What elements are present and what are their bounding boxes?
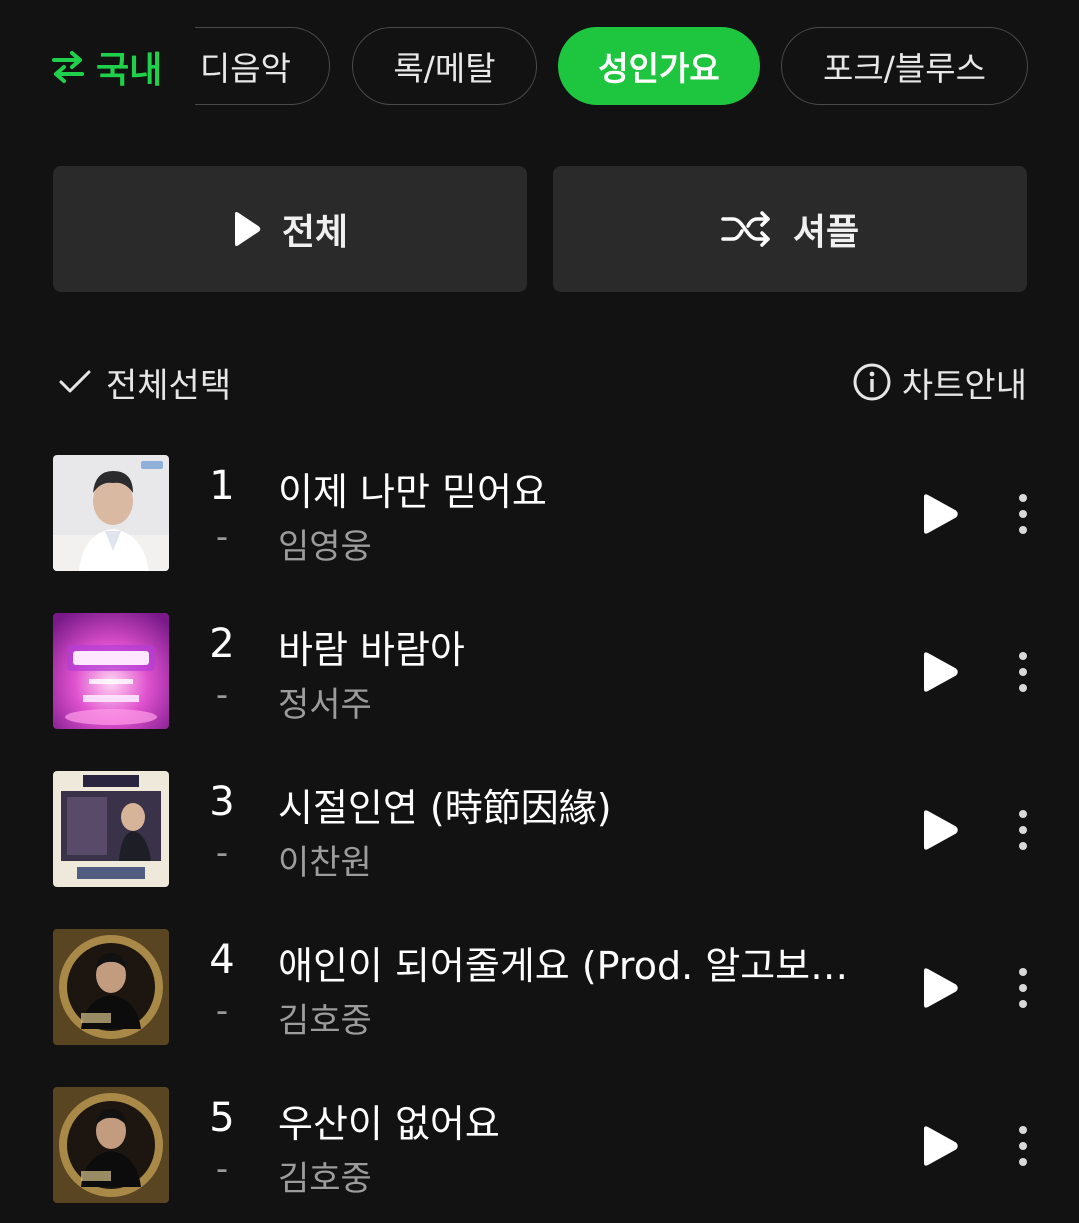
track-row[interactable]: 1 - 이제 나만 믿어요 임영웅 xyxy=(0,455,1079,575)
track-rank: 3 xyxy=(209,779,235,825)
track-row[interactable]: 3 - 시절인연 (時節因緣) 이찬원 xyxy=(0,771,1079,891)
shuffle-button[interactable]: 셔플 xyxy=(553,166,1027,292)
album-cover[interactable] xyxy=(53,613,169,729)
genre-chip-label: 성인가요 xyxy=(598,49,720,88)
track-title[interactable]: 이제 나만 믿어요 xyxy=(278,461,883,516)
track-rank: 4 xyxy=(209,937,235,983)
genre-chip-bar: 디음악 국내 록/메탈 성인가요 포크/블루스 xyxy=(0,0,1079,130)
more-options-icon[interactable] xyxy=(1008,1123,1038,1169)
genre-chip-3[interactable]: 포크/블루스 xyxy=(781,27,1028,105)
track-row[interactable]: 5 - 우산이 없어요 김호중 xyxy=(0,1087,1079,1207)
shuffle-label: 셔플 xyxy=(792,212,860,253)
region-label: 국내 xyxy=(96,50,163,91)
rank-change: - xyxy=(215,675,229,715)
track-title[interactable]: 시절인연 (時節因緣) xyxy=(278,777,883,832)
info-icon xyxy=(853,363,891,401)
rank-change: - xyxy=(215,991,229,1031)
album-cover[interactable] xyxy=(53,929,169,1045)
chart-info-label: 차트안내 xyxy=(901,365,1027,406)
rank-change: - xyxy=(215,517,229,557)
swap-arrows-icon xyxy=(52,51,84,83)
track-row[interactable]: 4 - 애인이 되어줄게요 (Prod. 알고보니, 혼수상태) 김호중 xyxy=(0,929,1079,1049)
more-options-icon[interactable] xyxy=(1008,649,1038,695)
chart-info-button[interactable]: 차트안내 xyxy=(852,358,1027,406)
more-options-icon[interactable] xyxy=(1008,491,1038,537)
shuffle-icon xyxy=(721,211,770,247)
rank-change: - xyxy=(215,1149,229,1189)
track-rank: 2 xyxy=(209,621,235,667)
region-toggle[interactable]: 국내 xyxy=(50,40,162,94)
play-icon[interactable] xyxy=(920,809,960,851)
track-title[interactable]: 우산이 없어요 xyxy=(278,1093,883,1148)
track-row[interactable]: 2 - 바람 바람아 정서주 xyxy=(0,613,1079,733)
play-all-label: 전체 xyxy=(281,212,349,253)
album-cover[interactable] xyxy=(53,771,169,887)
check-icon xyxy=(59,370,91,393)
track-artist[interactable]: 이찬원 xyxy=(278,835,372,884)
track-title[interactable]: 바람 바람아 xyxy=(278,619,883,674)
track-rank: 1 xyxy=(209,463,235,509)
genre-chip-1[interactable]: 록/메탈 xyxy=(352,27,537,105)
track-artist[interactable]: 김호중 xyxy=(278,1151,372,1200)
track-rank: 5 xyxy=(209,1095,235,1141)
select-all-label: 전체선택 xyxy=(106,365,232,406)
play-icon[interactable] xyxy=(920,967,960,1009)
genre-chip-label: 록/메탈 xyxy=(393,49,496,88)
track-artist[interactable]: 정서주 xyxy=(278,677,372,726)
more-options-icon[interactable] xyxy=(1008,807,1038,853)
album-cover[interactable] xyxy=(53,455,169,571)
genre-chip-label: 디음악 xyxy=(199,49,291,88)
album-cover[interactable] xyxy=(53,1087,169,1203)
play-icon[interactable] xyxy=(920,651,960,693)
genre-chip-2-selected[interactable]: 성인가요 xyxy=(558,27,760,105)
select-all-button[interactable]: 전체선택 xyxy=(58,358,231,406)
track-title[interactable]: 애인이 되어줄게요 (Prod. 알고보니, 혼수상태) xyxy=(278,935,883,990)
track-artist[interactable]: 임영웅 xyxy=(278,519,372,568)
play-icon[interactable] xyxy=(920,1125,960,1167)
play-icon xyxy=(234,212,261,246)
play-all-button[interactable]: 전체 xyxy=(53,166,527,292)
play-icon[interactable] xyxy=(920,493,960,535)
rank-change: - xyxy=(215,833,229,873)
track-artist[interactable]: 김호중 xyxy=(278,993,372,1042)
more-options-icon[interactable] xyxy=(1008,965,1038,1011)
genre-chip-label: 포크/블루스 xyxy=(823,49,986,88)
